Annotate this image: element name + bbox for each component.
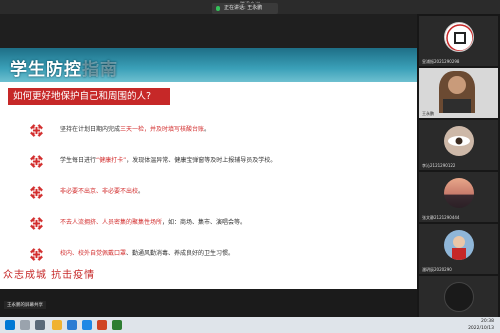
participant-tile[interactable]: 王永鹏: [419, 68, 498, 118]
active-speaker-tag: 正在讲话: 王永鹏: [212, 3, 278, 14]
guideline-item: 非必要不出京、非必要不出校。: [28, 180, 408, 207]
participant-name: 潘玥辰2020290: [422, 267, 452, 272]
slide-subtitle: 如何更好地保护自己和周围的人?: [8, 88, 170, 105]
folder-icon[interactable]: [52, 320, 62, 330]
guideline-item: 学生每日进行“健康打卡”，发现体温异常、健康宝弹窗等及时上报辅导员及学校。: [28, 149, 408, 176]
clock-time: 20:38: [481, 319, 494, 324]
stamp-avatar-icon: [444, 22, 474, 52]
active-speaker-label: 正在讲话: 王永鹏: [224, 5, 263, 11]
red-cross-icon: [30, 153, 43, 168]
guideline-text: 非必要不出京、非必要不出校。: [60, 188, 145, 195]
slide-title-main: 学生防控: [10, 60, 82, 80]
guideline-text: 坚持在计划日期内完成三天一检，并及时填写核酸台账。: [60, 126, 211, 133]
meeting-app-icon[interactable]: [82, 320, 92, 330]
system-clock[interactable]: 20:38 2022/10/13: [468, 318, 494, 332]
slide-title-faded: 指南: [82, 60, 118, 80]
guideline-item: 校内、校外自觉佩戴口罩、勤通风勤消毒、养成良好的卫生习惯。: [28, 242, 408, 269]
red-cross-icon: [30, 184, 43, 199]
child-avatar-icon: [444, 230, 474, 260]
wechat-icon[interactable]: [112, 320, 122, 330]
person-video-icon: [439, 71, 475, 113]
shared-slide: 学生防控指南 如何更好地保护自己和周围的人? 坚持在计划日期内完成三天一检，并及…: [0, 48, 417, 289]
red-cross-icon: [30, 122, 43, 137]
participant-name: 李沁2121290122: [422, 163, 456, 168]
guideline-text: 学生每日进行“健康打卡”，发现体温异常、健康宝弹窗等及时上报辅导员及学校。: [60, 157, 277, 164]
participant-gallery[interactable]: 皇浦振2021290298 王永鹏 李沁2121290122 张文静212129…: [417, 14, 500, 326]
search-icon[interactable]: [20, 320, 30, 330]
start-icon[interactable]: [5, 320, 15, 330]
presenter-strip: 王永鹏的屏幕共享: [0, 289, 417, 317]
participant-tile[interactable]: 皇浦振2021290298: [419, 16, 498, 66]
guideline-item: 不去人流拥挤、人员密集的聚集性场所，如：商场、集市、演唱会等。: [28, 211, 408, 238]
participant-tile[interactable]: 李沁2121290122: [419, 120, 498, 170]
clock-date: 2022/10/13: [468, 326, 494, 331]
guideline-item: 坚持在计划日期内完成三天一检，并及时填写核酸台账。: [28, 118, 408, 145]
dark-avatar-icon: [444, 282, 474, 312]
eye-avatar-icon: [444, 126, 474, 156]
guideline-text: 不去人流拥挤、人员密集的聚集性场所，如：商场、集市、演唱会等。: [60, 219, 247, 226]
meeting-top-bar: 腾讯会议 正在讲话: 王永鹏: [0, 0, 500, 18]
meeting-screen: 腾讯会议 正在讲话: 王永鹏 学生防控指南 如何更好地保护自己和周围的人? 坚持…: [0, 0, 500, 333]
window-controls: [464, 3, 484, 18]
red-cross-icon: [30, 215, 43, 230]
participant-tile[interactable]: 张文静2121290444: [419, 172, 498, 222]
slide-header: 学生防控指南: [0, 48, 417, 82]
windows-taskbar: 20:38 2022/10/13: [0, 317, 500, 333]
participant-tile[interactable]: 潘玥辰2020290: [419, 224, 498, 274]
slide-slogan: 众志成城 抗击疫情: [3, 270, 96, 281]
guideline-list: 坚持在计划日期内完成三天一检，并及时填写核酸台账。 学生每日进行“健康打卡”，发…: [28, 118, 408, 273]
landscape-avatar-icon: [444, 178, 474, 208]
guideline-text: 校内、校外自觉佩戴口罩、勤通风勤消毒、养成良好的卫生习惯。: [60, 250, 235, 257]
participant-name: 张文静2121290444: [422, 215, 460, 220]
powerpoint-icon[interactable]: [97, 320, 107, 330]
participant-name: 王永鹏: [422, 111, 434, 116]
screen-share-label: 王永鹏的屏幕共享: [4, 301, 46, 309]
slide-title: 学生防控指南: [10, 55, 118, 80]
red-cross-icon: [30, 246, 43, 261]
mic-icon: [216, 6, 220, 11]
participant-name: 皇浦振2021290298: [422, 59, 460, 64]
task-view-icon[interactable]: [35, 320, 45, 330]
edge-icon[interactable]: [67, 320, 77, 330]
